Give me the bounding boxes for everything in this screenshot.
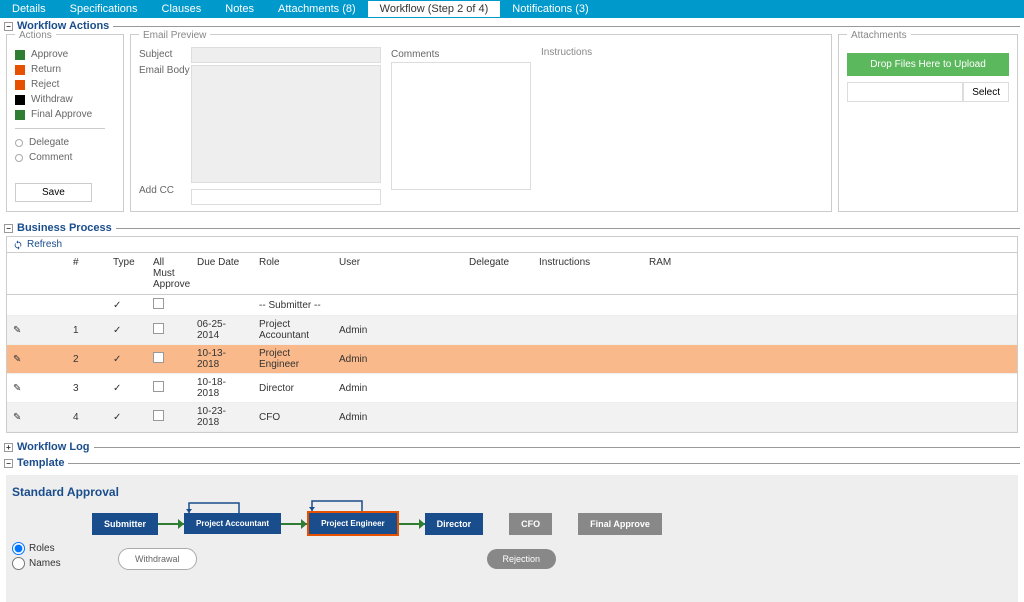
loop-arrow-icon xyxy=(307,497,367,511)
loop-arrow-icon xyxy=(184,499,244,513)
tab-clauses[interactable]: Clauses xyxy=(150,1,214,17)
check-icon: ✓ xyxy=(113,412,121,423)
node-cfo[interactable]: CFO xyxy=(509,513,552,535)
check-icon: ✓ xyxy=(113,383,121,394)
check-icon: ✓ xyxy=(113,354,121,365)
select-file-button[interactable]: Select xyxy=(963,82,1009,102)
actions-panel: Actions Approve Return Reject Withdraw F… xyxy=(6,34,124,212)
action-comment[interactable]: Comment xyxy=(15,150,115,165)
collapse-icon[interactable]: − xyxy=(4,22,13,31)
section-header-log: + Workflow Log xyxy=(0,439,1024,455)
node-final-approve[interactable]: Final Approve xyxy=(578,513,662,535)
action-reject[interactable]: Reject xyxy=(15,77,115,92)
panel-title-attachments: Attachments xyxy=(847,30,911,41)
edit-icon[interactable]: ✎ xyxy=(13,412,21,423)
check-icon: ✓ xyxy=(113,300,121,311)
refresh-icon xyxy=(13,240,23,250)
tab-attachments[interactable]: Attachments (8) xyxy=(266,1,368,17)
node-withdrawal[interactable]: Withdrawal xyxy=(118,548,197,570)
checkbox[interactable] xyxy=(153,298,164,309)
attachments-panel: Attachments Drop Files Here to Upload Se… xyxy=(838,34,1018,212)
edit-icon[interactable]: ✎ xyxy=(13,325,21,336)
panel-title-actions: Actions xyxy=(15,30,56,41)
tab-workflow[interactable]: Workflow (Step 2 of 4) xyxy=(368,1,501,17)
section-title: Workflow Log xyxy=(17,441,90,453)
section-title: Business Process xyxy=(17,222,112,234)
edit-icon[interactable]: ✎ xyxy=(13,354,21,365)
grid-header-row: # Type All Must Approve Due Date Role Us… xyxy=(7,253,1017,295)
radio-names[interactable]: Names xyxy=(12,556,72,571)
checkbox[interactable] xyxy=(153,352,164,363)
node-project-accountant[interactable]: Project Accountant xyxy=(184,513,281,534)
section-header-business: − Business Process xyxy=(0,220,1024,236)
action-final-approve[interactable]: Final Approve xyxy=(15,107,115,122)
refresh-button[interactable]: Refresh xyxy=(6,236,1018,253)
table-row[interactable]: ✎3✓10-18-2018DirectorAdmin xyxy=(7,374,1017,403)
tab-notifications[interactable]: Notifications (3) xyxy=(500,1,600,17)
comments-input[interactable] xyxy=(391,62,531,190)
action-withdraw[interactable]: Withdraw xyxy=(15,92,115,107)
subject-label: Subject xyxy=(139,47,191,63)
action-approve[interactable]: Approve xyxy=(15,47,115,62)
table-row[interactable]: ✎4✓10-23-2018CFOAdmin xyxy=(7,403,1017,432)
expand-icon[interactable]: + xyxy=(4,443,13,452)
radio-roles[interactable]: Roles xyxy=(12,541,72,556)
action-delegate[interactable]: Delegate xyxy=(15,135,115,150)
instructions-label: Instructions xyxy=(541,47,661,205)
section-header-template: − Template xyxy=(0,455,1024,471)
subject-input[interactable] xyxy=(191,47,381,63)
cc-input[interactable] xyxy=(191,189,381,205)
refresh-label: Refresh xyxy=(27,239,62,250)
node-director[interactable]: Director xyxy=(425,513,484,535)
cc-label: Add CC xyxy=(139,183,191,205)
tab-notes[interactable]: Notes xyxy=(213,1,266,17)
node-rejection[interactable]: Rejection xyxy=(487,549,557,569)
comments-label: Comments xyxy=(391,47,531,60)
table-row[interactable]: ✎2✓10-13-2018Project EngineerAdmin xyxy=(7,345,1017,374)
workflow-grid: # Type All Must Approve Due Date Role Us… xyxy=(6,253,1018,433)
check-icon: ✓ xyxy=(113,325,121,336)
action-return[interactable]: Return xyxy=(15,62,115,77)
template-title: Standard Approval xyxy=(12,485,1012,499)
node-submitter[interactable]: Submitter xyxy=(92,513,158,535)
panel-title-preview: Email Preview xyxy=(139,30,210,41)
node-project-engineer[interactable]: Project Engineer xyxy=(307,511,399,536)
email-preview-panel: Email Preview Subject Email Body Add CC … xyxy=(130,34,832,212)
tab-bar: Details Specifications Clauses Notes Att… xyxy=(0,0,1024,18)
checkbox[interactable] xyxy=(153,410,164,421)
checkbox[interactable] xyxy=(153,323,164,334)
checkbox[interactable] xyxy=(153,381,164,392)
email-body-input[interactable] xyxy=(191,65,381,183)
workflow-diagram: Standard Approval Roles Names Submitter … xyxy=(6,475,1018,602)
body-label: Email Body xyxy=(139,63,191,183)
table-row[interactable]: ✓-- Submitter -- xyxy=(7,295,1017,316)
drop-files-button[interactable]: Drop Files Here to Upload xyxy=(847,53,1009,76)
collapse-icon[interactable]: − xyxy=(4,459,13,468)
table-row[interactable]: ✎1✓06-25-2014Project AccountantAdmin xyxy=(7,316,1017,345)
tab-specifications[interactable]: Specifications xyxy=(58,1,150,17)
tab-details[interactable]: Details xyxy=(0,1,58,17)
section-title: Template xyxy=(17,457,64,469)
edit-icon[interactable]: ✎ xyxy=(13,383,21,394)
save-button[interactable]: Save xyxy=(15,183,92,202)
collapse-icon[interactable]: − xyxy=(4,224,13,233)
attachment-path-input[interactable] xyxy=(847,82,963,102)
